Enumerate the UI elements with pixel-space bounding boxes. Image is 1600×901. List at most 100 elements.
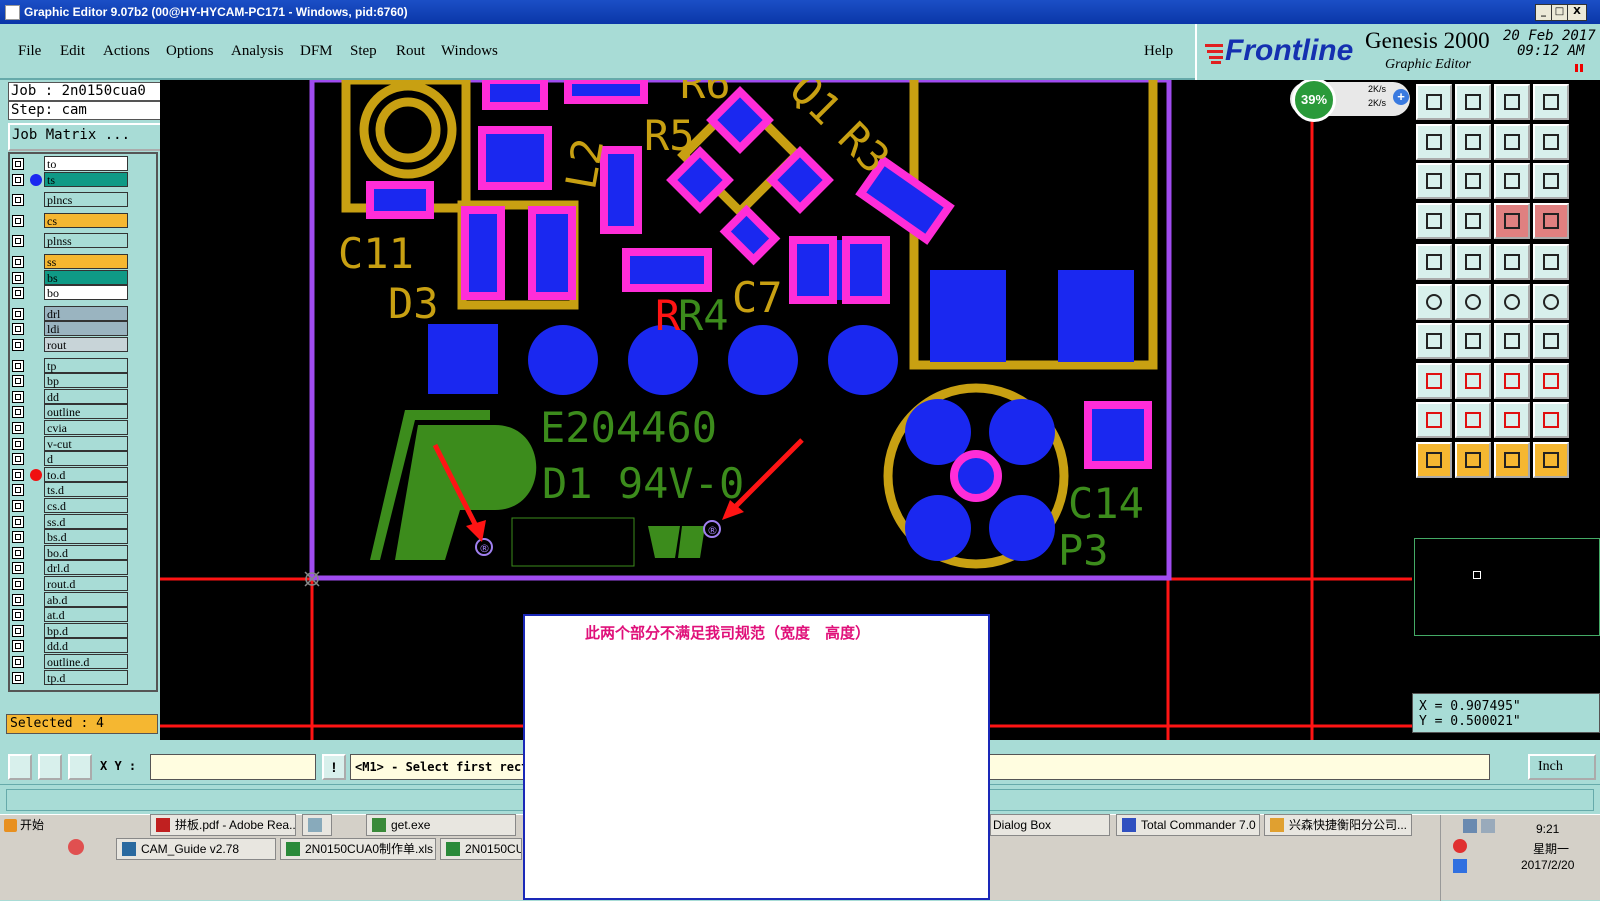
tray-icon[interactable] — [1453, 859, 1467, 873]
pointer-icon[interactable] — [1416, 441, 1452, 478]
layer-checkbox[interactable] — [12, 287, 24, 300]
layer-name[interactable]: d — [44, 451, 128, 467]
layer-checkbox[interactable] — [12, 609, 24, 622]
layer-checkbox[interactable] — [12, 671, 24, 684]
measure-tool-icon[interactable] — [38, 754, 62, 780]
triangle-icon[interactable] — [1416, 402, 1452, 438]
task-browser[interactable]: 兴森快捷衡阳分公司... — [1264, 814, 1412, 836]
group-icon[interactable] — [1533, 362, 1569, 399]
quicklaunch-icon[interactable] — [68, 839, 84, 855]
layer-checkbox[interactable] — [12, 437, 24, 450]
job-matrix-button[interactable]: Job Matrix ... — [8, 123, 164, 151]
task-cam-guide[interactable]: CAM_Guide v2.78 — [116, 838, 276, 860]
tray-icon[interactable] — [1453, 839, 1467, 853]
layer-row[interactable]: bs.d — [12, 529, 128, 545]
task-2n0150[interactable]: 2N0150CUA0 — [440, 838, 522, 860]
layer-name[interactable]: plnss — [44, 233, 128, 249]
triangle-b-icon[interactable] — [1533, 402, 1569, 438]
zoom-tool-icon[interactable] — [8, 754, 32, 780]
layer-name[interactable]: bs.d — [44, 529, 128, 545]
layer-row[interactable]: v-cut — [12, 435, 128, 452]
layer-row[interactable]: tp.d — [12, 669, 128, 686]
layer-row[interactable]: to — [12, 156, 128, 172]
layer-row[interactable]: cs — [12, 212, 128, 229]
help-icon[interactable] — [1533, 163, 1569, 199]
layer-row[interactable]: to.d — [12, 466, 128, 483]
layer-name[interactable]: outline.d — [44, 654, 128, 669]
layer-checkbox[interactable] — [12, 468, 24, 481]
pointer-box-icon[interactable] — [1494, 441, 1530, 478]
layer-row[interactable]: dd.d — [12, 638, 128, 654]
rotate-icon[interactable] — [1494, 323, 1530, 359]
layer-name[interactable]: v-cut — [44, 435, 128, 451]
tray-icon[interactable] — [1481, 819, 1495, 833]
gauge-percent[interactable]: 39% — [1292, 80, 1336, 122]
layer-checkbox[interactable] — [12, 194, 24, 207]
triangle-up-icon[interactable] — [1455, 402, 1491, 438]
layer-name[interactable]: ldi — [44, 321, 128, 337]
layer-checkbox[interactable] — [12, 158, 24, 170]
layer-row[interactable]: ss.d — [12, 513, 128, 530]
layer-checkbox[interactable] — [12, 422, 24, 434]
layer-down-icon[interactable] — [1533, 202, 1569, 239]
ruler-icon[interactable] — [1494, 244, 1530, 280]
menu-edit[interactable]: Edit — [60, 43, 85, 60]
menu-dfm[interactable]: DFM — [300, 43, 333, 60]
slope-icon[interactable] — [1416, 323, 1452, 359]
layer-name[interactable]: ss — [44, 254, 128, 269]
pointer-dark-icon[interactable] — [1455, 441, 1491, 478]
select-icon[interactable] — [1416, 244, 1452, 280]
layer-name[interactable]: at.d — [44, 607, 128, 623]
layer-checkbox[interactable] — [12, 256, 24, 268]
mirror-icon[interactable] — [1533, 323, 1569, 359]
zoom-in-icon[interactable] — [1494, 123, 1530, 160]
cross-icon[interactable] — [1455, 283, 1491, 320]
layer-checkbox[interactable] — [12, 500, 24, 512]
pan-right-icon[interactable] — [1455, 123, 1491, 160]
center-icon[interactable] — [1455, 163, 1491, 199]
layer-row[interactable]: ss — [12, 254, 128, 270]
save-icon[interactable] — [1455, 84, 1491, 120]
tray-icon[interactable] — [1463, 819, 1477, 833]
menu-windows[interactable]: Windows — [441, 43, 498, 60]
angle-icon[interactable] — [1455, 323, 1491, 359]
layer-name[interactable]: bp — [44, 373, 128, 389]
layer-row[interactable]: ldi — [12, 321, 128, 337]
layer-name[interactable]: to.d — [44, 466, 128, 482]
minimize-button[interactable]: _ — [1535, 4, 1552, 21]
layer-checkbox[interactable] — [12, 593, 24, 606]
layer-checkbox[interactable] — [12, 546, 24, 559]
task-total-commander[interactable]: Total Commander 7.0 ... — [1116, 814, 1260, 836]
layer-name[interactable]: cs — [44, 212, 128, 228]
triangle-a-icon[interactable] — [1494, 402, 1530, 438]
layer-checkbox[interactable] — [12, 484, 24, 497]
mini-map[interactable] — [1414, 538, 1600, 636]
layer-row[interactable]: bp — [12, 373, 128, 389]
layer-row[interactable]: tp — [12, 357, 128, 374]
zoom-out-icon[interactable] — [1533, 123, 1569, 160]
task-blank[interactable] — [302, 814, 332, 836]
layer-row[interactable]: bp.d — [12, 622, 128, 639]
layer-row[interactable]: ab.d — [12, 591, 128, 608]
layer-checkbox[interactable] — [12, 375, 24, 388]
open-step-icon[interactable] — [1416, 84, 1452, 120]
close-button[interactable]: X — [1567, 4, 1587, 21]
layer-name[interactable]: rout — [44, 337, 128, 352]
layer-name[interactable]: tp — [44, 357, 128, 373]
layer-name[interactable]: outline — [44, 404, 128, 420]
layer-checkbox[interactable] — [12, 214, 24, 227]
split-icon[interactable] — [1494, 362, 1530, 399]
layer-name[interactable]: ss.d — [44, 513, 128, 529]
layer-name[interactable]: bo.d — [44, 544, 128, 560]
layer-name[interactable]: cvia — [44, 420, 128, 435]
pointer-multi-icon[interactable] — [1533, 441, 1569, 478]
menu-file[interactable]: File — [18, 43, 41, 60]
layer-checkbox[interactable] — [12, 640, 24, 653]
network-icon[interactable] — [1416, 283, 1452, 320]
layer-checkbox[interactable] — [12, 515, 24, 528]
layer-row[interactable]: d — [12, 451, 128, 467]
layer-name[interactable]: bo — [44, 285, 128, 301]
layer-checkbox[interactable] — [12, 562, 24, 575]
layer-row[interactable]: outline.d — [12, 654, 128, 670]
menu-help[interactable]: Help — [1144, 43, 1173, 60]
